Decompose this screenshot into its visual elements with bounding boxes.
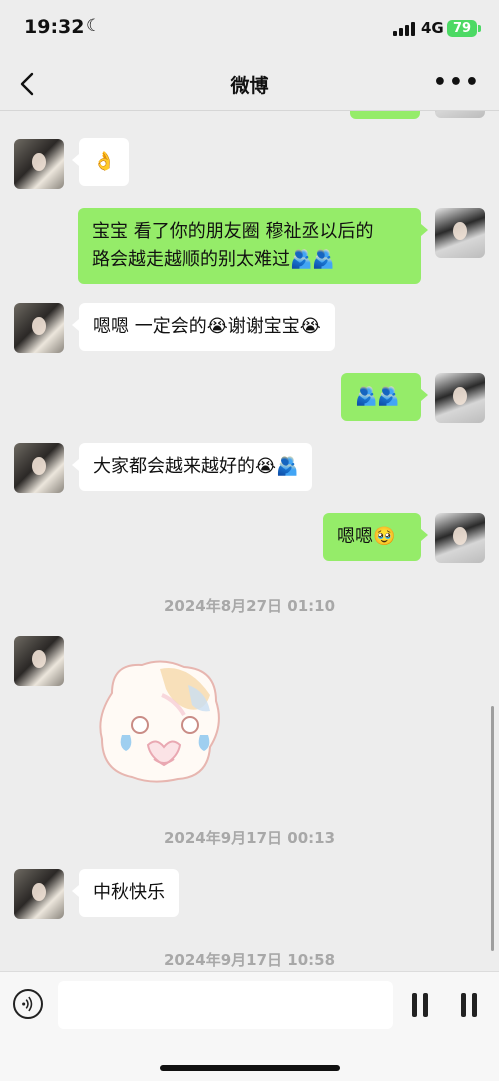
- emoji-icon[interactable]: [410, 989, 430, 1021]
- network-type: 4G: [421, 19, 444, 37]
- avatar-self[interactable]: [435, 208, 485, 258]
- avatar-contact[interactable]: [14, 443, 64, 493]
- plus-icon[interactable]: [459, 989, 479, 1021]
- avatar-self[interactable]: [435, 111, 485, 118]
- chat-title: 微博: [230, 75, 269, 97]
- moon-icon: ☾: [86, 16, 102, 36]
- timestamp: 2024年9月17日 10:58: [163, 951, 336, 969]
- battery-tip: [478, 25, 481, 32]
- message-bubble-received[interactable]: 👌: [71, 138, 130, 186]
- message-input[interactable]: [58, 981, 393, 1029]
- message-bubble-received[interactable]: 大家都会越来越好的😭🫂: [71, 443, 313, 491]
- timestamp: 2024年9月17日 00:13: [163, 829, 336, 847]
- voice-icon[interactable]: [13, 989, 43, 1019]
- avatar-contact[interactable]: [14, 303, 64, 353]
- avatar-contact[interactable]: [14, 636, 64, 686]
- avatar-self[interactable]: [435, 373, 485, 423]
- home-indicator: [160, 1065, 340, 1071]
- avatar-contact[interactable]: [14, 139, 64, 189]
- status-bar: 19:32 ☾ 4G 79: [0, 0, 499, 58]
- scrollbar[interactable]: [491, 706, 494, 951]
- message-bubble-received[interactable]: 中秋快乐: [72, 869, 179, 917]
- bear-sticker-icon[interactable]: [92, 655, 232, 785]
- more-icon[interactable]: •••: [433, 70, 481, 95]
- battery-icon: 79: [447, 20, 477, 37]
- message-bubble-sent[interactable]: 嗯嗯🥹: [323, 513, 428, 561]
- signal-icon: [393, 22, 415, 36]
- nav-bar: 微博 •••: [0, 58, 499, 111]
- message-bubble-partial: [350, 111, 420, 119]
- message-bubble-sent[interactable]: 宝宝 看了你的朋友圈 穆祉丞以后的 路会越走越顺的别太难过🫂🫂: [78, 208, 428, 284]
- status-time: 19:32: [24, 16, 85, 38]
- avatar-contact[interactable]: [14, 869, 64, 919]
- message-bubble-sent[interactable]: 🫂🫂: [341, 373, 428, 421]
- chat-area[interactable]: 👌 宝宝 看了你的朋友圈 穆祉丞以后的 路会越走越顺的别太难过🫂🫂 嗯嗯 一定会…: [0, 111, 499, 971]
- timestamp: 2024年8月27日 01:10: [163, 597, 336, 615]
- message-bubble-received[interactable]: 嗯嗯 一定会的😭谢谢宝宝😭: [72, 303, 335, 351]
- input-bar: [0, 971, 499, 1081]
- avatar-self[interactable]: [435, 513, 485, 563]
